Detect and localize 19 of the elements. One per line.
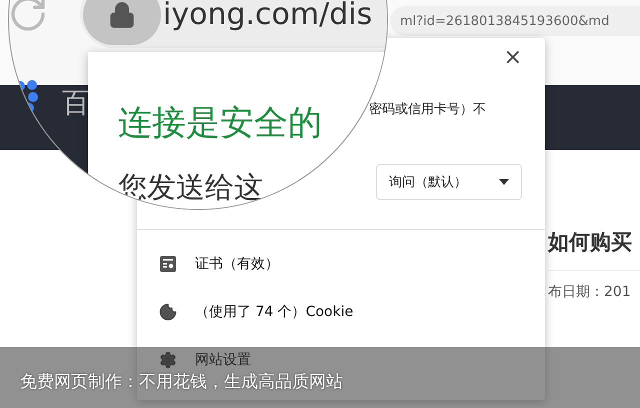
caret-icon — [499, 179, 509, 185]
lock-icon — [108, 1, 136, 29]
cookie-icon — [159, 303, 177, 321]
publish-date: 布日期：201 — [548, 283, 632, 301]
caption-text: 免费网页制作：不用花钱，生成高品质网站 — [20, 371, 343, 393]
article-title: 如何购买 — [548, 228, 640, 271]
info-text: 密码或信用卡号）不 — [369, 101, 487, 118]
popup-menu-item[interactable]: 网站设置 — [137, 346, 545, 374]
close-button[interactable]: × — [504, 46, 522, 70]
address-bar[interactable]: ml?id=2618013845193600&md — [390, 6, 640, 36]
url-text: iyong.com/dis — [163, 0, 372, 30]
gear-icon — [159, 351, 177, 369]
connection-status: 连接是安全的 — [118, 102, 322, 145]
popup-menu-item[interactable]: （使用了 74 个）Cookie — [137, 298, 545, 326]
lock-button[interactable] — [83, 0, 161, 45]
popup-menu-item[interactable]: 证书（有效） — [137, 250, 545, 278]
logo-text: 百 — [62, 85, 90, 121]
certificate-icon — [159, 255, 177, 273]
url-text: ml?id=2618013845193600&md — [400, 14, 610, 28]
